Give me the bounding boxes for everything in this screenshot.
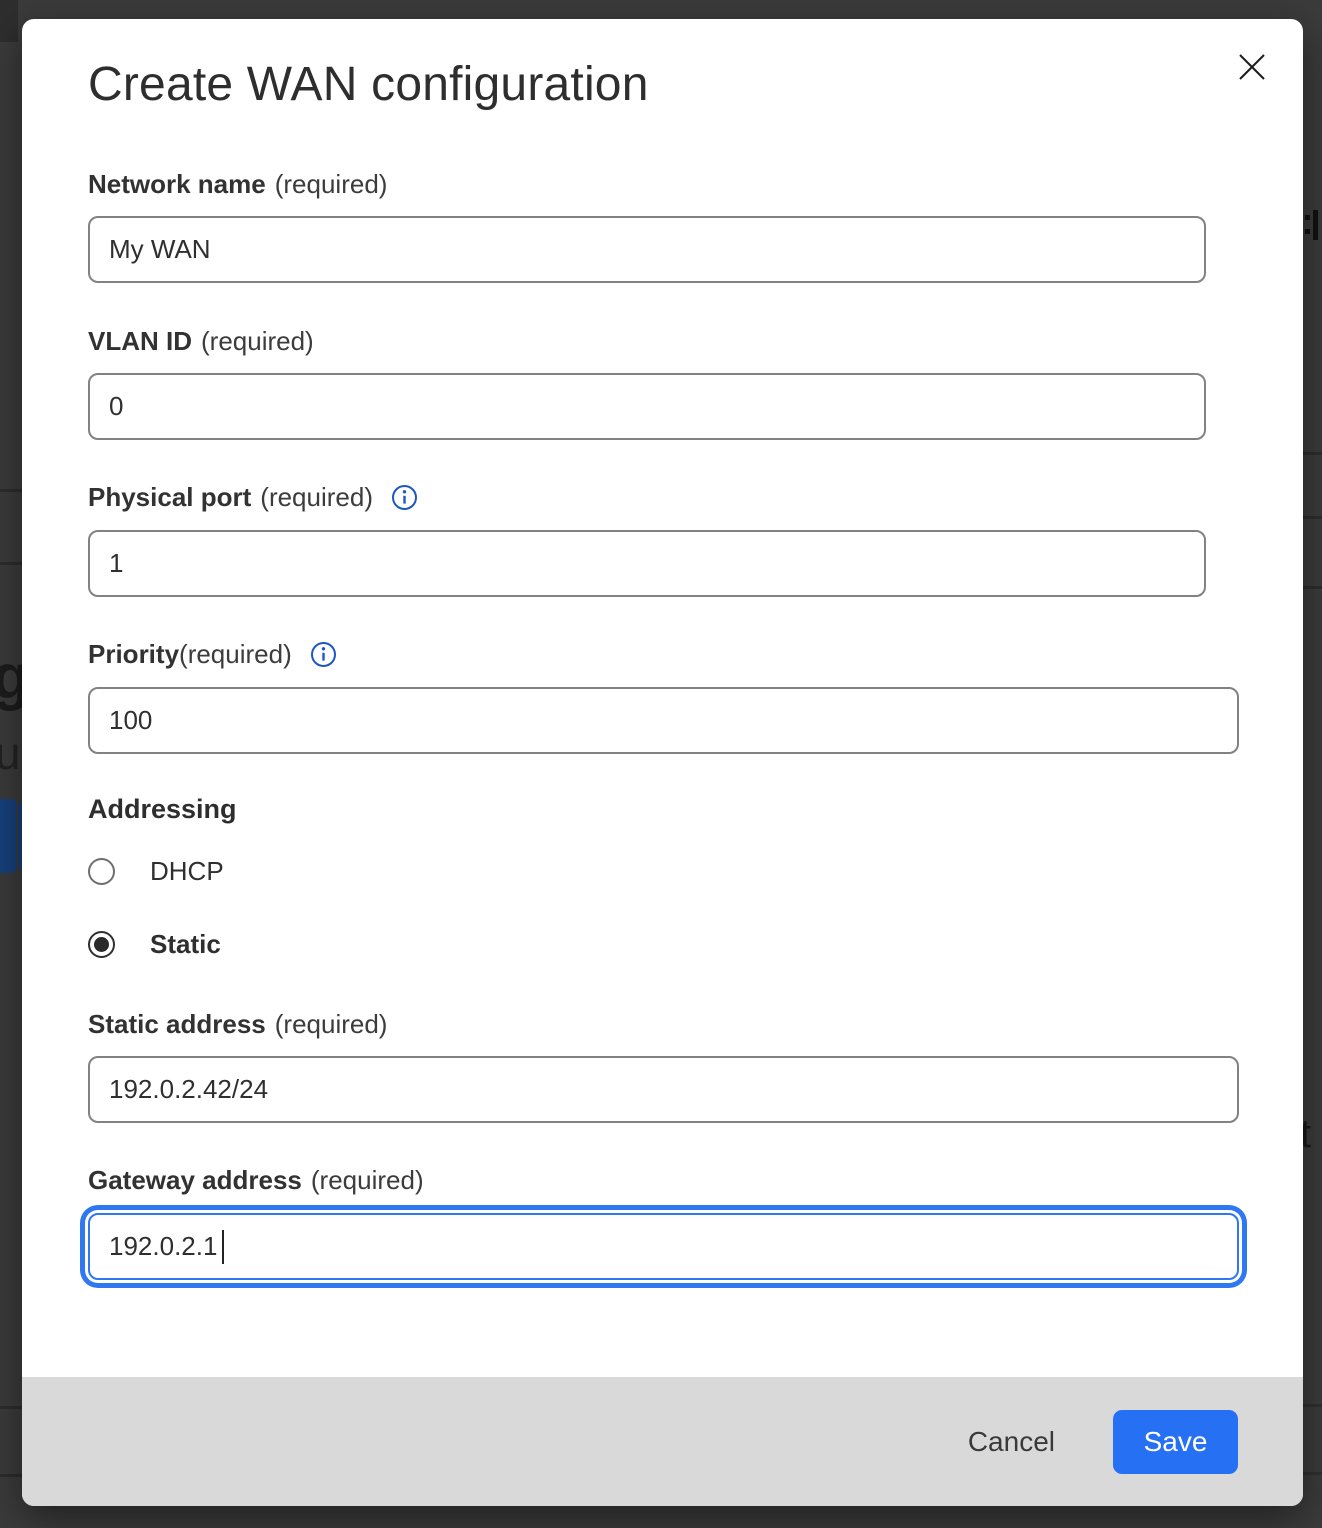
physical-port-input[interactable] [88,530,1206,597]
create-wan-dialog: Create WAN configuration Network name (r… [22,19,1303,1506]
network-name-label: Network name (required) [88,167,387,201]
background-text: u [0,726,21,780]
priority-input[interactable] [88,687,1239,754]
dimmed-background: g u t Create WAN configuration Network n… [0,0,1322,1528]
background-divider [1303,452,1322,455]
page-title: Create WAN configuration [88,57,649,112]
background-glyph [1305,229,1310,234]
gateway-address-label: Gateway address (required) [88,1163,424,1197]
background-divider [1303,586,1322,589]
radio-circle-checked-icon [88,931,115,958]
background-divider [0,1406,22,1409]
physical-port-label: Physical port (required) [88,480,418,514]
background-divider [0,489,22,492]
vlan-id-label: VLAN ID (required) [88,324,314,358]
text-cursor [222,1230,224,1264]
info-icon[interactable] [310,641,337,668]
save-button[interactable]: Save [1113,1410,1238,1474]
gateway-address-field [88,1213,1239,1280]
close-button[interactable] [1228,43,1276,91]
gateway-address-input[interactable] [88,1213,1239,1280]
radio-circle-icon [88,858,115,885]
network-name-input[interactable] [88,216,1206,283]
dialog-footer: Cancel Save [22,1377,1303,1506]
close-icon [1237,52,1267,85]
static-address-input[interactable] [88,1056,1239,1123]
background-fragment [0,0,18,42]
vlan-id-input[interactable] [88,373,1206,440]
background-divider [1303,516,1322,519]
background-glyph [1313,210,1318,240]
background-divider [0,1474,22,1477]
static-address-label: Static address (required) [88,1007,387,1041]
cancel-button[interactable]: Cancel [954,1418,1069,1466]
addressing-heading: Addressing [88,794,237,825]
background-divider [1303,1404,1322,1407]
background-divider [1303,1472,1322,1475]
radio-dhcp[interactable]: DHCP [88,851,224,891]
priority-label: Priority (required) [88,637,337,671]
radio-static[interactable]: Static [88,924,221,964]
info-icon[interactable] [391,484,418,511]
background-divider [0,562,22,565]
background-glyph [1305,215,1310,220]
background-button-fragment [0,799,16,873]
